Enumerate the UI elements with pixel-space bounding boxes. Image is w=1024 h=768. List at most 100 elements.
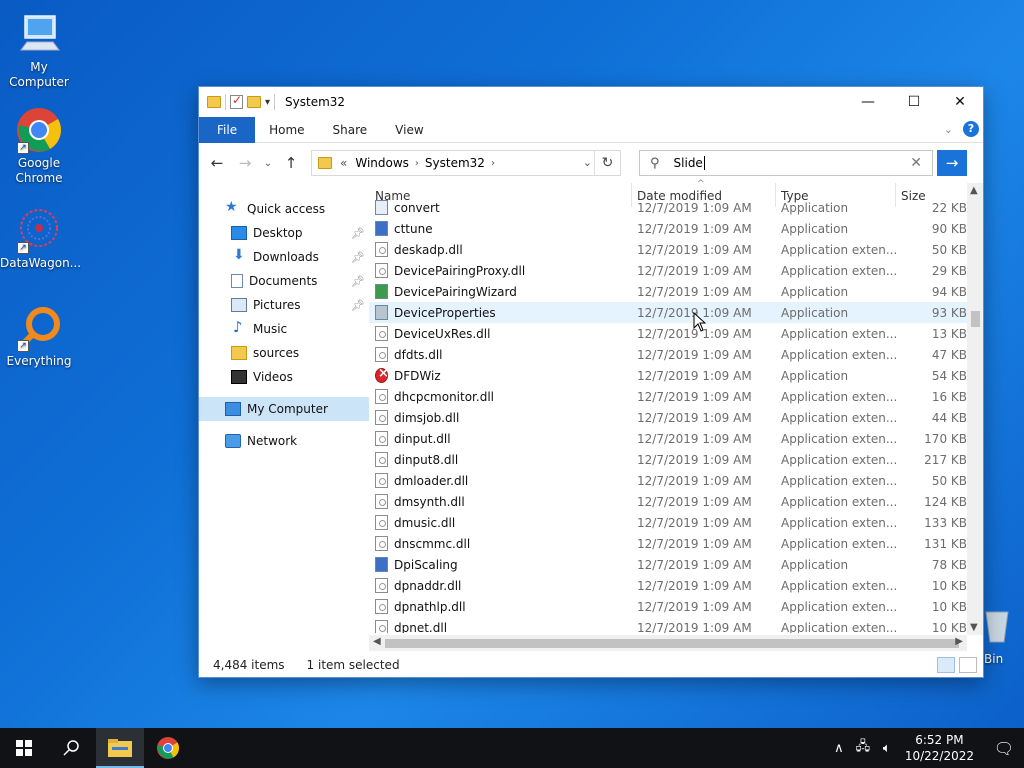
file-row[interactable]: dinput.dll 12/7/2019 1:09 AM Application e… bbox=[369, 428, 967, 449]
file-row[interactable]: DeviceProperties 12/7/2019 1:09 AM Applica… bbox=[369, 302, 967, 323]
scroll-thumb[interactable] bbox=[971, 311, 980, 327]
details-view-button[interactable] bbox=[937, 657, 955, 673]
scroll-left-icon[interactable]: ◀ bbox=[373, 636, 381, 647]
new-folder-icon[interactable] bbox=[247, 96, 261, 108]
refresh-button[interactable]: ↻ bbox=[594, 151, 620, 175]
nav-downloads[interactable]: Downloads 📌︎ bbox=[199, 245, 369, 269]
nav-music[interactable]: Music bbox=[199, 317, 369, 341]
clock[interactable]: 6:52 PM 10/22/2022 bbox=[905, 732, 974, 764]
recent-locations-button[interactable]: ⌄ bbox=[261, 151, 275, 175]
start-button[interactable] bbox=[0, 728, 48, 768]
clear-search-icon[interactable]: ✕ bbox=[910, 155, 922, 171]
file-row[interactable]: deskadp.dll 12/7/2019 1:09 AM Application … bbox=[369, 239, 967, 260]
file-row[interactable]: dimsjob.dll 12/7/2019 1:09 AM Application … bbox=[369, 407, 967, 428]
taskbar-file-explorer[interactable] bbox=[96, 728, 144, 768]
file-row[interactable]: dinput8.dll 12/7/2019 1:09 AM Application … bbox=[369, 449, 967, 470]
scroll-up-icon[interactable]: ▲ bbox=[970, 185, 978, 196]
file-row[interactable]: dmsynth.dll 12/7/2019 1:09 AM Application … bbox=[369, 491, 967, 512]
nav-videos[interactable]: Videos bbox=[199, 365, 369, 389]
file-row[interactable]: dmusic.dll 12/7/2019 1:09 AM Application e… bbox=[369, 512, 967, 533]
file-date: 12/7/2019 1:09 AM bbox=[637, 242, 752, 257]
network-icon[interactable]: 🖧︎ bbox=[851, 737, 875, 759]
scroll-right-icon[interactable]: ▶ bbox=[955, 636, 963, 647]
file-date: 12/7/2019 1:09 AM bbox=[637, 284, 752, 299]
file-row[interactable]: dpnet.dll 12/7/2019 1:09 AM Application ex… bbox=[369, 617, 967, 633]
tab-view[interactable]: View bbox=[381, 117, 437, 143]
show-hidden-icons-icon[interactable]: ∧ bbox=[827, 741, 851, 756]
horizontal-scrollbar[interactable]: ◀ ▶ bbox=[369, 635, 967, 651]
nav-network[interactable]: Network bbox=[199, 429, 369, 453]
file-name: DeviceProperties bbox=[394, 305, 496, 320]
desktop-icon-everything[interactable]: ↗ Everything bbox=[0, 304, 78, 369]
dll-file-icon bbox=[375, 263, 388, 278]
scroll-down-icon[interactable]: ▼ bbox=[970, 622, 978, 633]
desktop-icon-my-computer[interactable]: My Computer bbox=[0, 10, 78, 90]
file-row[interactable]: DFDWiz 12/7/2019 1:09 AM Application 54 KB bbox=[369, 365, 967, 386]
maximize-button[interactable]: ☐ bbox=[891, 87, 937, 117]
nav-quick-access[interactable]: Quick access bbox=[199, 197, 369, 221]
address-bar[interactable]: « Windows › System32 › ⌄ ↻ bbox=[311, 150, 621, 176]
vertical-scrollbar[interactable]: ▲ ▼ bbox=[967, 183, 983, 635]
recycle-bin-label[interactable]: Bin bbox=[984, 652, 1003, 666]
chevron-right-icon[interactable]: › bbox=[491, 158, 495, 169]
file-name-cell: DpiScaling bbox=[375, 557, 458, 572]
file-row[interactable]: dhcpcmonitor.dll 12/7/2019 1:09 AM Applica… bbox=[369, 386, 967, 407]
desktop-icon-google-chrome[interactable]: ↗ Google Chrome bbox=[0, 106, 78, 186]
file-name-cell: deskadp.dll bbox=[375, 242, 463, 257]
large-icons-view-button[interactable] bbox=[959, 657, 977, 673]
file-size: 47 KB bbox=[931, 347, 967, 362]
close-button[interactable]: ✕ bbox=[937, 87, 983, 117]
nav-sources[interactable]: sources bbox=[199, 341, 369, 365]
file-row[interactable]: DpiScaling 12/7/2019 1:09 AM Application 78… bbox=[369, 554, 967, 575]
chevron-right-icon[interactable]: › bbox=[415, 158, 419, 169]
tab-share[interactable]: Share bbox=[319, 117, 382, 143]
window-title: System32 bbox=[285, 95, 346, 109]
file-row[interactable]: convert 12/7/2019 1:09 AM Application 22 KB bbox=[369, 197, 967, 218]
customize-toolbar-icon[interactable]: ▾ bbox=[265, 97, 270, 108]
breadcrumb-system32[interactable]: System32 bbox=[425, 156, 485, 170]
expand-ribbon-icon[interactable]: ⌄ bbox=[944, 123, 953, 136]
nav-pictures[interactable]: Pictures 📌︎ bbox=[199, 293, 369, 317]
nav-desktop[interactable]: Desktop 📌︎ bbox=[199, 221, 369, 245]
file-name-cell: DFDWiz bbox=[375, 366, 441, 383]
file-name-cell: DevicePairingProxy.dll bbox=[375, 263, 525, 278]
help-icon[interactable]: ? bbox=[963, 121, 979, 137]
file-row[interactable]: dnscmmc.dll 12/7/2019 1:09 AM Application … bbox=[369, 533, 967, 554]
search-input[interactable]: Slide bbox=[674, 156, 703, 170]
search-box[interactable]: ⚲ Slide ✕ bbox=[639, 150, 933, 176]
scroll-thumb[interactable] bbox=[385, 639, 959, 648]
desktop-icon-label: Everything bbox=[6, 354, 72, 368]
file-row[interactable]: cttune 12/7/2019 1:09 AM Application 90 KB bbox=[369, 218, 967, 239]
search-button[interactable] bbox=[48, 728, 96, 768]
file-row[interactable]: dpnathlp.dll 12/7/2019 1:09 AM Application… bbox=[369, 596, 967, 617]
file-row[interactable]: dpnaddr.dll 12/7/2019 1:09 AM Application … bbox=[369, 575, 967, 596]
file-row[interactable]: DevicePairingWizard 12/7/2019 1:09 AM Appl… bbox=[369, 281, 967, 302]
file-row[interactable]: DeviceUxRes.dll 12/7/2019 1:09 AM Applicat… bbox=[369, 323, 967, 344]
back-button[interactable]: ← bbox=[205, 151, 229, 175]
tab-home[interactable]: Home bbox=[255, 117, 318, 143]
file-row[interactable]: dfdts.dll 12/7/2019 1:09 AM Application ex… bbox=[369, 344, 967, 365]
notifications-icon[interactable]: 🗨︎ bbox=[984, 739, 1024, 758]
tab-file[interactable]: File bbox=[199, 116, 256, 143]
file-row[interactable]: DevicePairingProxy.dll 12/7/2019 1:09 AM A… bbox=[369, 260, 967, 281]
address-dropdown-icon[interactable]: ⌄ bbox=[583, 156, 592, 169]
recycle-bin-icon[interactable] bbox=[984, 606, 1010, 644]
forward-button[interactable]: → bbox=[233, 151, 257, 175]
explorer-window[interactable]: ▾ System32 — ☐ ✕ File Home Share View ⌄ … bbox=[198, 86, 984, 678]
desktop-icon-datawagon[interactable]: ↗ DataWagon... bbox=[0, 206, 81, 271]
minimize-button[interactable]: — bbox=[845, 87, 891, 117]
volume-icon[interactable]: 🔈︎ bbox=[875, 741, 899, 756]
up-button[interactable]: ↑ bbox=[279, 151, 303, 175]
nav-documents[interactable]: Documents 📌︎ bbox=[199, 269, 369, 293]
search-go-button[interactable]: → bbox=[937, 150, 967, 176]
taskbar-chrome[interactable] bbox=[144, 728, 192, 768]
breadcrumb-windows[interactable]: Windows bbox=[355, 156, 409, 170]
title-bar[interactable]: ▾ System32 — ☐ ✕ bbox=[199, 87, 983, 117]
file-row[interactable]: dmloader.dll 12/7/2019 1:09 AM Application… bbox=[369, 470, 967, 491]
nav-my-computer[interactable]: My Computer bbox=[199, 397, 369, 421]
properties-icon[interactable] bbox=[230, 93, 243, 109]
file-date: 12/7/2019 1:09 AM bbox=[637, 473, 752, 488]
application-icon bbox=[375, 284, 388, 299]
file-date: 12/7/2019 1:09 AM bbox=[637, 536, 752, 551]
breadcrumb-overflow[interactable]: « bbox=[340, 156, 347, 170]
